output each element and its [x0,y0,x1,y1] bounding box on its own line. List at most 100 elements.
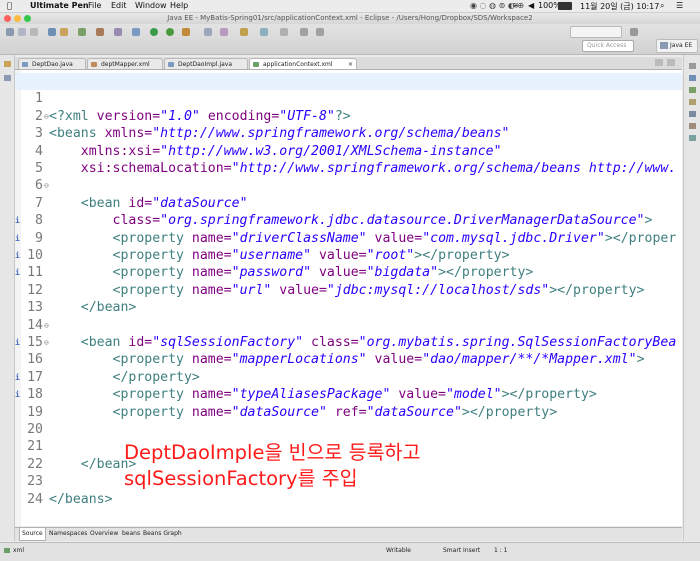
clock[interactable]: 11월 20일 (금) 10:17 [580,1,659,12]
code-line-6[interactable]: 6 ⊖ <bean id="dataSource" [15,160,682,210]
battery-icon [558,2,572,10]
new-java-project-icon[interactable] [204,28,212,36]
status-element: xml [13,547,25,554]
tab-namespaces[interactable]: Namespaces [47,528,89,540]
tab-deptdao-java[interactable]: DeptDao.java [18,58,86,69]
java-file-icon [168,62,174,67]
back-icon[interactable] [300,28,308,36]
search-toolbar-icon[interactable] [114,28,122,36]
editor-tab-bar: DeptDao.java deptMapper.xml DeptDaoImpl.… [15,57,682,70]
tab-source[interactable]: Source [19,528,46,541]
annotation-icon[interactable] [260,28,268,36]
element-icon [4,548,10,553]
window-title-bar: Java EE - MyBatis-Spring01/src/applicati… [0,13,700,24]
tab-deptmapper-xml[interactable]: deptMapper.xml [87,58,163,69]
restore-icon[interactable] [689,63,696,69]
status-cursor-position: 1 : 1 [494,547,508,554]
menu-edit[interactable]: Edit [111,1,127,10]
tab-deptdaoimpl-java[interactable]: DeptDaoImpl.java [164,58,248,69]
new-class-icon[interactable] [220,28,228,36]
perspective-java-ee[interactable]: Java EE [656,39,698,53]
java-file-icon [22,62,28,67]
window-title: Java EE - MyBatis-Spring01/src/applicati… [167,14,533,22]
servers-icon[interactable] [689,111,696,117]
wifi-icon[interactable]: ≋ [512,1,519,10]
menu-file[interactable]: File [88,1,101,10]
code-line-5[interactable]: 5 [15,143,682,176]
close-window-button[interactable] [4,15,11,22]
code-line-18[interactable]: i 18 <property name="dataSource" ref="dat… [15,369,682,419]
code-line-1[interactable]: 1 <?xml version="1.0" encoding="UTF-8"?> [15,73,682,124]
code-line-17[interactable]: i 17 <property name="typeAliasesPackage" … [15,351,682,402]
outline-icon[interactable] [689,75,696,81]
code-line-20[interactable]: 20 [15,404,682,437]
build-icon[interactable] [48,28,56,36]
forward-icon[interactable] [316,28,324,36]
properties-icon[interactable] [689,99,696,105]
code-line-12[interactable]: 12 </bean> [15,264,682,315]
code-line-21[interactable]: 21 </bean> [15,421,682,471]
app-name-menu[interactable]: Ultimate Pen [30,1,89,10]
print-icon[interactable] [30,28,38,36]
xml-file-icon [91,62,97,67]
spring-xml-file-icon [253,62,259,67]
tab-applicationcontext-xml[interactable]: applicationContext.xml × [249,58,357,69]
toolbar-dropdown[interactable] [570,26,622,38]
code-line-11[interactable]: i 11 <property name="url" value="jdbc:mys… [15,247,682,297]
code-line-14[interactable]: 14 ⊖ <bean id="sqlSessionFactory" class="… [15,299,682,350]
code-line-19[interactable]: 19 [15,386,682,420]
code-line-15[interactable]: i 15 ⊖ <property name="mapperLocations" va… [15,317,682,367]
close-tab-icon[interactable]: × [348,59,353,70]
code-line-16[interactable]: 16 </property> [15,334,682,384]
annotation-text: DeptDaoImple을 빈으로 등록하고 sqlSessionFactory… [124,440,420,492]
open-task-icon[interactable] [240,28,248,36]
snippets-icon[interactable] [689,135,696,141]
search-icon[interactable]: ⌕ [660,1,664,11]
volume-icon[interactable]: ◀ [528,1,534,10]
menu-window[interactable]: Window [135,1,167,10]
tab-overview[interactable]: Overview [88,528,120,540]
minimize-editor-icon[interactable] [655,59,663,66]
code-line-3[interactable]: 3 xmlns:xsi="http://www.w3.org/2001/XMLS… [15,108,682,158]
task-list-icon[interactable] [689,87,696,93]
debug-icon[interactable] [150,28,158,36]
apple-menu-icon[interactable]:  [7,1,12,10]
console-icon[interactable] [689,123,696,129]
annotation-line-1: DeptDaoImple을 빈으로 등록하고 [124,441,421,464]
pin-icon[interactable] [280,28,288,36]
maximize-editor-icon[interactable] [667,59,675,66]
code-line-13[interactable]: 13 [15,282,682,315]
quick-access-input[interactable]: Quick Access [582,40,634,52]
task-icon[interactable] [78,28,86,36]
zoom-window-button[interactable] [24,15,31,22]
editor-bottom-tabs: Source Namespaces Overview beans Beans G… [15,527,682,541]
menu-bar:  Ultimate Pen File Edit Window Help ◉ ◌… [0,0,700,13]
status-bar: xml Writable Smart Insert 1 : 1 [0,542,700,561]
open-type-icon[interactable] [132,28,140,36]
tab-beans[interactable]: beans [120,528,142,540]
left-trim-bar [0,55,15,541]
java-ee-icon [660,42,668,49]
code-line-4[interactable]: 4 xsi:schemaLocation="http://www.springf… [15,125,682,176]
code-line-8[interactable]: i8 <property name="driverClassName" valu… [15,195,682,245]
code-line-7[interactable]: 7 class="org.springframework.jdbc.dataso… [15,177,682,228]
code-line-2[interactable]: 2 ⊖ <beans xmlns="http://www.springframew… [15,90,682,141]
package-icon[interactable] [60,28,68,36]
notification-icon[interactable]: ☰ [676,1,683,10]
minimize-window-button[interactable] [14,15,21,22]
run-icon[interactable] [166,28,174,36]
open-perspective-icon[interactable] [630,28,638,36]
project-explorer-icon[interactable] [4,75,11,81]
external-tools-icon[interactable] [182,28,190,36]
server-icon[interactable] [96,28,104,36]
save-icon[interactable] [18,28,26,36]
right-trim-bar [683,55,700,541]
code-line-10[interactable]: i 10 <property name="password" value="big… [15,230,682,280]
code-line-9[interactable]: i9 <property name="username" value="root… [15,212,682,263]
restore-view-icon[interactable] [4,61,11,67]
annotation-line-2: sqlSessionFactory를 주입 [124,467,358,490]
new-icon[interactable] [6,28,14,36]
tab-beans-graph[interactable]: Beans Graph [141,528,184,540]
menu-help[interactable]: Help [170,1,188,10]
status-insert-mode: Smart Insert [443,547,481,554]
